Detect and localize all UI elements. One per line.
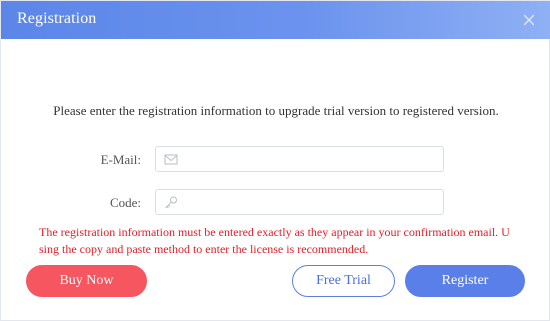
register-button[interactable]: Register	[405, 265, 525, 297]
code-label: Code:	[109, 195, 141, 210]
warning-text: The registration information must be ent…	[39, 225, 510, 256]
envelope-icon	[164, 153, 178, 166]
registration-dialog: Registration Please enter the registrati…	[0, 0, 550, 321]
email-label: E-Mail:	[100, 152, 141, 167]
email-input[interactable]	[184, 149, 439, 169]
close-icon[interactable]	[519, 10, 539, 30]
code-input[interactable]	[184, 192, 439, 212]
key-icon	[164, 196, 178, 209]
email-field-box[interactable]	[155, 146, 444, 172]
free-trial-button[interactable]: Free Trial	[292, 265, 395, 297]
buy-now-button[interactable]: Buy Now	[26, 265, 147, 297]
instruction-text: Please enter the registration informatio…	[53, 103, 499, 118]
code-field-box[interactable]	[155, 189, 444, 215]
dialog-title: Registration	[17, 10, 97, 27]
title-bar: Registration	[1, 1, 550, 39]
